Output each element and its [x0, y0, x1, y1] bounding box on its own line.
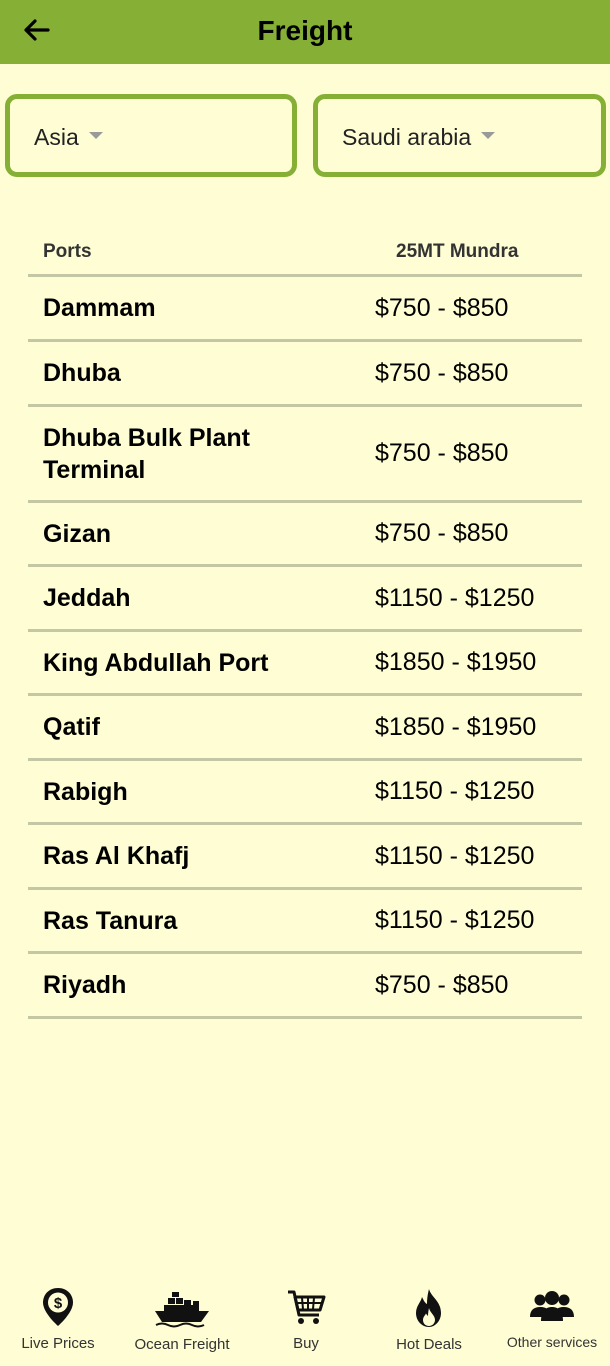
flame-icon	[413, 1288, 445, 1333]
price-range: $1850 - $1950	[375, 648, 537, 676]
port-name: Dhuba	[43, 359, 121, 387]
nav-label: Hot Deals	[396, 1336, 462, 1353]
table-row: Riyadh $750 - $850	[28, 954, 582, 1019]
column-header-ports: Ports	[43, 241, 92, 262]
region-value: Asia	[34, 124, 79, 150]
port-name: Riyadh	[43, 971, 127, 999]
price-range: $1150 - $1250	[375, 906, 535, 934]
svg-text:$: $	[54, 1295, 63, 1312]
table-header: Ports 25MT Mundra	[28, 224, 582, 277]
port-name: Jeddah	[43, 584, 131, 612]
table-row: Gizan $750 - $850	[28, 503, 582, 567]
shopping-cart-icon	[286, 1288, 326, 1333]
app-bar: Freight	[0, 0, 610, 64]
region-value-wrap: Asia	[34, 124, 103, 151]
region-dropdown[interactable]: Asia	[5, 94, 297, 177]
caret-down-icon	[481, 132, 496, 140]
nav-label: Live Prices	[21, 1335, 95, 1352]
table-row: Dhuba $750 - $850	[28, 342, 582, 407]
port-name: Dammam	[43, 294, 156, 322]
freight-table: Ports 25MT Mundra Dammam $750 - $850 Dhu…	[28, 224, 582, 1019]
port-name: Dhuba Bulk Plant Terminal	[43, 423, 250, 484]
country-dropdown[interactable]: Saudi arabia	[313, 94, 606, 177]
nav-hot-deals[interactable]: Hot Deals	[370, 1280, 488, 1366]
nav-other-services[interactable]: Other services	[494, 1280, 610, 1366]
table-row: Dhuba Bulk Plant Terminal $750 - $850	[28, 407, 582, 503]
nav-label: Ocean Freight	[134, 1336, 230, 1353]
location-dollar-icon: $	[40, 1286, 76, 1333]
port-name: Qatif	[43, 713, 100, 741]
price-range: $1150 - $1250	[375, 841, 535, 870]
table-row: Dammam $750 - $850	[28, 277, 582, 342]
port-name: Gizan	[43, 519, 112, 548]
nav-label: Other services	[506, 1334, 598, 1350]
caret-down-icon	[88, 132, 103, 140]
nav-ocean-freight[interactable]: Ocean Freight	[122, 1280, 242, 1366]
page-title: Freight	[257, 15, 353, 46]
table-row: Rabigh $1150 - $1250	[28, 761, 582, 825]
price-range: $1850 - $1950	[375, 712, 537, 741]
port-name: Rabigh	[43, 777, 128, 806]
nav-live-prices[interactable]: $ Live Prices	[0, 1280, 116, 1366]
users-icon	[530, 1290, 574, 1327]
country-value-wrap: Saudi arabia	[342, 124, 496, 151]
price-range: $750 - $850	[375, 970, 509, 999]
port-name: Ras Al Khafj	[43, 842, 190, 870]
nav-label: Buy	[293, 1335, 319, 1352]
bottom-navigation: $ Live Prices Ocean Freight Buy Hot Deal…	[0, 1280, 610, 1366]
port-name: Ras Tanura	[43, 906, 178, 935]
table-row: Qatif $1850 - $1950	[28, 696, 582, 761]
table-row: Ras Al Khafj $1150 - $1250	[28, 825, 582, 890]
cargo-ship-icon	[154, 1292, 210, 1333]
table-row: King Abdullah Port $1850 - $1950	[28, 632, 582, 696]
price-range: $750 - $850	[375, 358, 509, 387]
nav-buy[interactable]: Buy	[248, 1280, 364, 1366]
country-value: Saudi arabia	[342, 124, 472, 150]
price-range: $1150 - $1250	[375, 583, 535, 612]
table-row: Ras Tanura $1150 - $1250	[28, 890, 582, 954]
port-name: King Abdullah Port	[43, 648, 269, 677]
price-range: $750 - $850	[375, 519, 509, 547]
price-range: $1150 - $1250	[375, 777, 535, 805]
price-range: $750 - $850	[375, 439, 509, 467]
table-row: Jeddah $1150 - $1250	[28, 567, 582, 632]
column-header-rate: 25MT Mundra	[396, 241, 519, 262]
price-range: $750 - $850	[375, 293, 509, 322]
